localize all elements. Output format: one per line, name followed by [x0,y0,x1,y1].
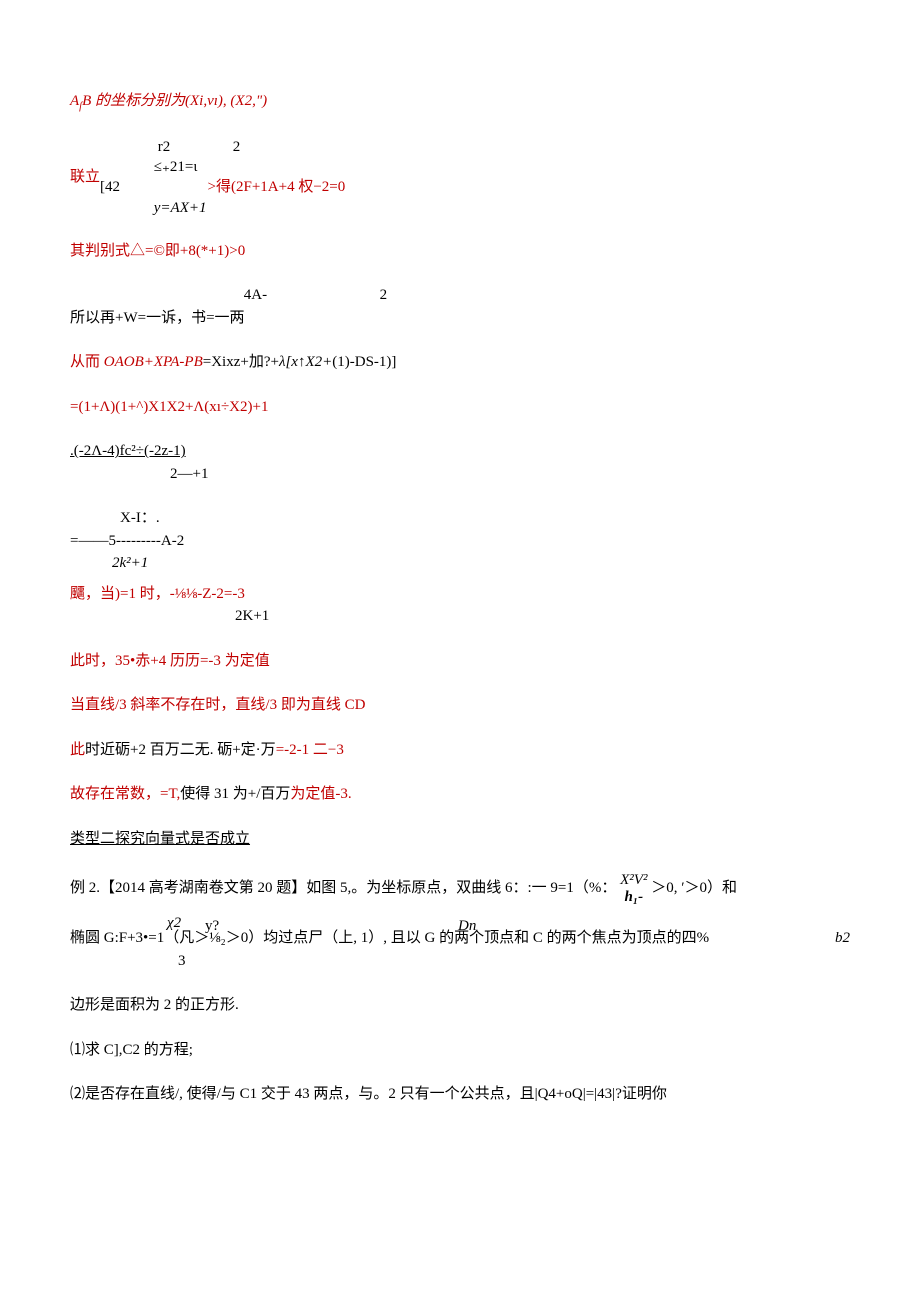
mid-21: ≤₊21=ι [154,159,198,175]
fraction-expr: .(-2Λ-4)fc²÷(-2z-1) 2—+1 [70,440,850,485]
expand-expr: =(1+Λ)(1+^)X1X2+Λ(xı÷X2)+1 [70,396,850,419]
A-ital: A [70,93,79,109]
xi-label: X-I：. [120,510,160,526]
b2-label: b2 [835,927,850,950]
p14-pre: 例 2.【2014 高考湖南卷文第 20 题】如图 5,。为坐标原点，双曲线 6… [70,880,616,896]
line-coordinates: AſB 的坐标分别为(Xi,vı), (X2,") [70,90,850,115]
three-denom: 3 [178,953,186,969]
xixz: =Xixz+加?+ [203,354,279,370]
mid-text: B 的坐标分别为(Xi,vı), [82,93,230,109]
section-title-type2: 类型二探究向量式是否成立 [70,828,850,851]
p10-pre: 此时，35•赤+4 历历 [70,653,200,669]
lambda-x: λ[x↑X2+ [279,354,332,370]
exists-constant: 故存在常数，=T,使得 31 为+/百万为定值-3. [70,783,850,806]
p13-pre: 故存在常数，=T, [70,786,180,802]
y-eq: y=AX+1 [154,200,207,216]
p12-mid: 时近砺+2 百万二无. 砺+定·万 [85,742,276,758]
h1-denom: h₁- [625,889,644,906]
row-42: 42 [105,179,120,195]
p10-mid: =-3 [200,653,225,669]
ellipse-line: χ2 y? Dn 椭圆 G:F+3•=1（凡＞⅛₂＞0）均过点尸（上, 1）, … [70,927,850,972]
p12-line: 此时近砺+2 百万二无. 砺+定·万=-2-1 二−3 [70,739,850,762]
p12-pre: 此 [70,742,85,758]
question-2: ⑵是否存在直线/, 使得/与 C1 交于 43 两点，与。2 只有一个公共点，且… [70,1083,850,1106]
system-equations: 联立 r2 2 ≤₊21=ι [42 >得(2F+1A+4 权−2=0 y=AX… [70,137,850,218]
2K1-denom: 2K+1 [235,608,269,624]
p12-red2: −3 [328,742,344,758]
frac-bot: 2—+1 [170,466,208,482]
eq-neg3: =-3 [224,586,245,602]
p15-main: 椭圆 G:F+3•=1（凡＞⅛₂＞0）均过点尸（上, 1）, 且以 G 的两个顶… [70,930,709,946]
p12-red1: =-2-1 二 [276,742,328,758]
sum-expr: 4A- 2 所以再+W=一诉，书=一两 [70,284,850,329]
p14-cond: ＞0, ′＞0）和 [651,880,737,896]
lianli-label: 联立 [70,166,100,189]
oaob-ital: OAOB+XPA-PB [104,354,203,370]
2k2-denom: 2k²+1 [112,555,148,571]
question-1: ⑴求 C],C2 的方程; [70,1039,850,1062]
over-4A: 4A- [244,287,267,303]
cong-er: 从而 [70,354,104,370]
oaob-expr: 从而 OAOB+XPA-PB=Xixz+加?+λ[x↑X2+(1)-DS-1)] [70,351,850,374]
chi2: χ2 [167,915,181,932]
p13-mid: 使得 31 为+/百万 [180,786,290,802]
top-r2: r2 [158,139,171,155]
top-2: 2 [233,139,241,155]
over-2: 2 [380,287,388,303]
when-prefix: 飅，当)=1 时，-⅛⅛-Z-2 [70,586,224,602]
example-2-intro: 例 2.【2014 高考湖南卷文第 20 题】如图 5,。为坐标原点，双曲线 6… [70,872,850,905]
p10-post: 为定值 [225,653,270,669]
discriminant: 其判别式△=©即+8(*+1)>0 [70,240,850,263]
Dn-label: Dn [458,915,476,938]
at-this-time: 此时，35•赤+4 历历=-3 为定值 [70,650,850,673]
when-1: 飅，当)=1 时，-⅛⅛-Z-2=-3 2K+1 [70,583,850,628]
y-q: y? [205,915,219,938]
x2v2: X²V² [620,872,647,889]
p13-post: 为定值-3. [290,786,351,802]
so-text: 所以再+W=一诉，书=一两 [70,310,245,326]
result-eq: >得(2F+1A+4 权−2=0 [208,179,346,195]
dash-eq: =——5---------A-2 [70,533,184,549]
frac-top: .(-2Λ-4)fc²÷(-2z-1) [70,443,186,459]
slope-not-exist: 当直线/3 斜率不存在时，直线/3 即为直线 CD [70,694,850,717]
dash-expr: X-I：. =——5---------A-2 2k²+1 [70,507,850,575]
square-area: 边形是面积为 2 的正方形. [70,994,850,1017]
paren-x2: (X2,") [230,93,267,109]
ds-tail: (1)-DS-1)] [332,354,396,370]
